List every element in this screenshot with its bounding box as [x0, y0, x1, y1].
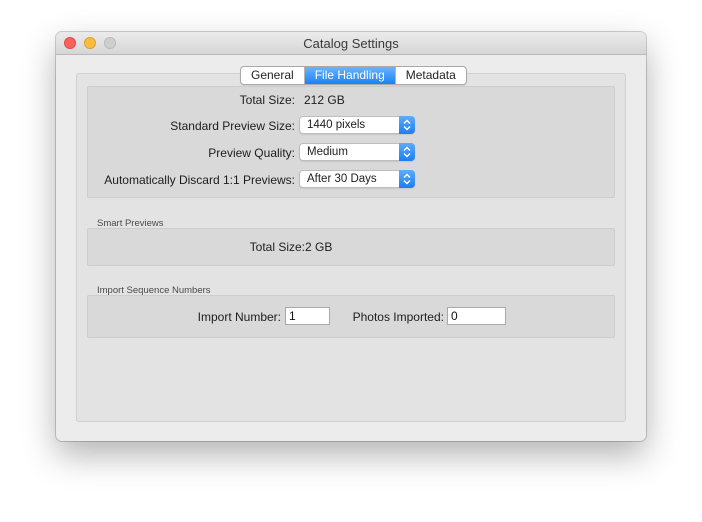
- preview-quality-label: Preview Quality:: [208, 146, 295, 160]
- standard-preview-size-select[interactable]: 1440 pixels: [299, 116, 415, 134]
- tab-bar: General File Handling Metadata: [240, 66, 467, 85]
- smart-total-size-label: Total Size:: [249, 240, 305, 254]
- import-number-input[interactable]: [285, 307, 330, 325]
- standard-preview-size-value: 1440 pixels: [307, 119, 366, 131]
- photos-imported-label: Photos Imported:: [352, 310, 444, 324]
- import-sequence-group: Import Number: Photos Imported:: [87, 295, 615, 338]
- preview-quality-select[interactable]: Medium: [299, 143, 415, 161]
- preview-total-size-value: 212 GB: [304, 93, 345, 107]
- select-stepper-icon: [399, 143, 415, 161]
- smart-total-size-value: 2 GB: [305, 240, 333, 254]
- tab-general[interactable]: General: [241, 67, 305, 84]
- photos-imported-input[interactable]: [447, 307, 506, 325]
- select-stepper-icon: [399, 170, 415, 188]
- tab-file-handling[interactable]: File Handling: [304, 67, 396, 84]
- file-handling-panel: Total Size: 212 GB Standard Preview Size…: [76, 73, 626, 422]
- title-bar[interactable]: Catalog Settings: [56, 32, 646, 55]
- catalog-settings-window: Catalog Settings General File Handling M…: [56, 32, 646, 441]
- preview-quality-value: Medium: [307, 146, 348, 158]
- window-title: Catalog Settings: [303, 36, 399, 51]
- discard-previews-label: Automatically Discard 1:1 Previews:: [104, 173, 295, 187]
- preview-cache-group: Total Size: 212 GB Standard Preview Size…: [87, 86, 615, 198]
- select-stepper-icon: [399, 116, 415, 134]
- tab-metadata[interactable]: Metadata: [396, 67, 466, 84]
- discard-previews-value: After 30 Days: [307, 173, 377, 185]
- smart-previews-group: Total Size: 2 GB: [87, 228, 615, 266]
- discard-previews-select[interactable]: After 30 Days: [299, 170, 415, 188]
- standard-preview-size-label: Standard Preview Size:: [170, 119, 295, 133]
- import-number-label: Import Number:: [197, 310, 281, 324]
- preview-total-size-label: Total Size:: [239, 93, 295, 107]
